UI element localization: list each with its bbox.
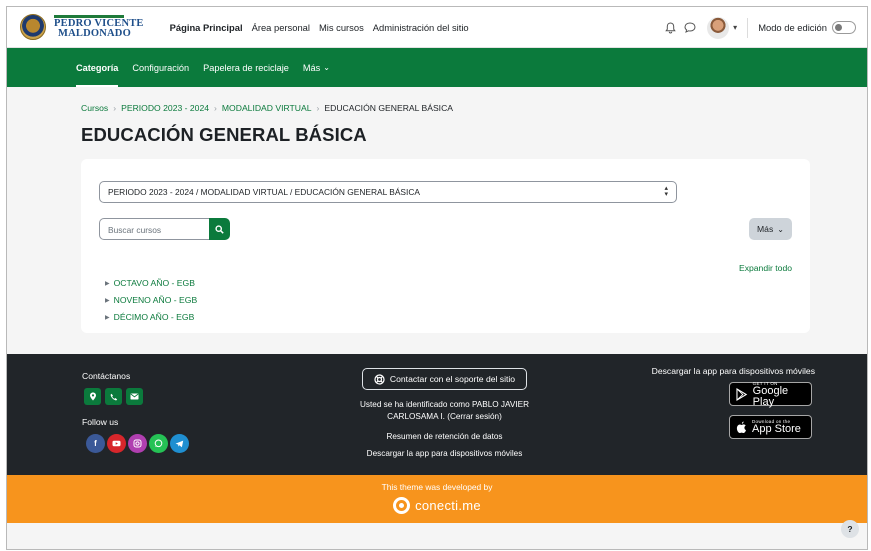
chevron-down-icon: ⌄ bbox=[323, 63, 330, 72]
app-store-badge[interactable]: Download on the App Store bbox=[729, 415, 812, 439]
category-label[interactable]: NOVENO AÑO - EGB bbox=[114, 295, 198, 305]
caret-right-icon[interactable]: ▶ bbox=[105, 314, 110, 321]
nav-dashboard[interactable]: Área personal bbox=[252, 22, 310, 33]
email-button[interactable] bbox=[126, 388, 143, 405]
phone-icon bbox=[110, 393, 117, 400]
expand-all-link[interactable]: Expandir todo bbox=[739, 263, 792, 273]
category-select-value: PERIODO 2023 - 2024 / MODALIDAD VIRTUAL … bbox=[108, 187, 420, 197]
breadcrumb-item-modality[interactable]: MODALIDAD VIRTUAL bbox=[222, 103, 312, 113]
edit-mode-label: Modo de edición bbox=[758, 22, 827, 33]
data-retention-link[interactable]: Resumen de retención de datos bbox=[347, 431, 542, 443]
category-item-noveno[interactable]: ▶ NOVENO AÑO - EGB bbox=[105, 295, 197, 305]
top-navbar: PEDRO VICENTE MALDONADO Página Principal… bbox=[7, 7, 867, 48]
whatsapp-icon[interactable] bbox=[149, 434, 168, 453]
developer-bar: This theme was developed by conecti.me bbox=[7, 475, 867, 523]
apps-title: Descargar la app para dispositivos móvil… bbox=[651, 366, 815, 376]
divider bbox=[747, 17, 749, 38]
tab-more[interactable]: Más ⌄ bbox=[303, 48, 330, 87]
instagram-icon[interactable] bbox=[128, 434, 147, 453]
site-logo-text: PEDRO VICENTE MALDONADO bbox=[54, 15, 144, 39]
caret-right-icon[interactable]: ▶ bbox=[105, 280, 110, 287]
apple-icon bbox=[736, 421, 746, 433]
browser-page: PEDRO VICENTE MALDONADO Página Principal… bbox=[6, 6, 868, 550]
edit-mode-toggle[interactable] bbox=[832, 21, 856, 34]
more-actions-label: Más bbox=[757, 224, 774, 234]
telegram-icon[interactable] bbox=[170, 434, 189, 453]
tab-settings[interactable]: Configuración bbox=[132, 48, 189, 87]
tab-category[interactable]: Categoría bbox=[76, 48, 119, 87]
logged-in-line-2[interactable]: CARLOSAMA I. (Cerrar sesión) bbox=[347, 411, 542, 423]
breadcrumb-separator-icon: › bbox=[214, 103, 217, 113]
category-label[interactable]: OCTAVO AÑO - EGB bbox=[114, 278, 195, 288]
help-button[interactable]: ? bbox=[841, 520, 859, 538]
category-card: PERIODO 2023 - 2024 / MODALIDAD VIRTUAL … bbox=[81, 159, 810, 333]
breadcrumb: Cursos › PERIODO 2023 - 2024 › MODALIDAD… bbox=[81, 103, 453, 113]
contact-support-label: Contactar con el soporte del sitio bbox=[389, 374, 516, 384]
envelope-icon bbox=[130, 393, 139, 400]
developer-brand-name: conecti.me bbox=[415, 498, 481, 513]
youtube-icon[interactable] bbox=[107, 434, 126, 453]
logo-line-2: MALDONADO bbox=[58, 28, 131, 39]
google-play-big-text: Google Play bbox=[752, 384, 789, 408]
logged-in-info: Usted se ha identificado como PABLO JAVI… bbox=[347, 399, 542, 422]
chevron-down-icon: ⌄ bbox=[777, 224, 784, 234]
logged-in-line-1: Usted se ha identificado como PABLO JAVI… bbox=[360, 400, 529, 409]
facebook-icon[interactable]: f bbox=[86, 434, 105, 453]
search-button[interactable] bbox=[209, 218, 230, 240]
breadcrumb-separator-icon: › bbox=[113, 103, 117, 113]
tab-more-label: Más bbox=[302, 62, 321, 73]
search-icon bbox=[215, 224, 224, 234]
developer-text: This theme was developed by bbox=[381, 482, 493, 492]
primary-nav: Página Principal Área personal Mis curso… bbox=[170, 22, 478, 33]
contact-title: Contáctanos bbox=[82, 371, 131, 381]
developer-brand-link[interactable]: conecti.me bbox=[7, 497, 867, 514]
user-menu-chevron-down-icon[interactable]: ▾ bbox=[733, 23, 737, 32]
location-button[interactable] bbox=[84, 388, 101, 405]
follow-title: Follow us bbox=[82, 417, 119, 427]
page-title: EDUCACIÓN GENERAL BÁSICA bbox=[81, 124, 367, 145]
nav-site-admin[interactable]: Administración del sitio bbox=[373, 22, 469, 33]
user-avatar[interactable] bbox=[707, 16, 730, 39]
nav-home[interactable]: Página Principal bbox=[170, 22, 243, 33]
bell-icon[interactable] bbox=[663, 21, 677, 35]
chat-bubble-icon[interactable] bbox=[683, 21, 697, 35]
breadcrumb-separator-icon: › bbox=[316, 103, 320, 113]
category-select[interactable]: PERIODO 2023 - 2024 / MODALIDAD VIRTUAL … bbox=[99, 181, 677, 203]
map-pin-icon bbox=[89, 392, 96, 401]
search-input[interactable]: Buscar cursos bbox=[99, 218, 210, 240]
app-store-big-text: App Store bbox=[752, 423, 801, 435]
google-play-badge[interactable]: GET IT ON Google Play bbox=[729, 381, 812, 408]
get-mobile-app-link[interactable]: Descargar la app para dispositivos móvil… bbox=[347, 448, 542, 460]
breadcrumb-item-courses[interactable]: Cursos bbox=[81, 103, 108, 113]
more-actions-button[interactable]: Más ⌄ bbox=[749, 218, 792, 240]
site-logo[interactable]: PEDRO VICENTE MALDONADO bbox=[20, 14, 144, 40]
conectime-logo-icon bbox=[393, 497, 411, 514]
lifebuoy-icon bbox=[374, 373, 385, 385]
contact-support-button[interactable]: Contactar con el soporte del sitio bbox=[362, 368, 527, 390]
breadcrumb-item-current: EDUCACIÓN GENERAL BÁSICA bbox=[324, 103, 454, 113]
category-label[interactable]: DÉCIMO AÑO - EGB bbox=[114, 312, 195, 322]
school-seal-icon bbox=[20, 14, 46, 40]
caret-right-icon[interactable]: ▶ bbox=[105, 297, 110, 304]
nav-my-courses[interactable]: Mis cursos bbox=[319, 22, 364, 33]
tab-recycle-bin[interactable]: Papelera de reciclaje bbox=[203, 48, 289, 87]
breadcrumb-item-period[interactable]: PERIODO 2023 - 2024 bbox=[121, 103, 209, 113]
category-item-decimo[interactable]: ▶ DÉCIMO AÑO - EGB bbox=[105, 312, 194, 322]
user-tools: ▾ Modo de edición bbox=[657, 7, 856, 48]
google-play-icon bbox=[736, 387, 748, 401]
phone-button[interactable] bbox=[105, 388, 122, 405]
category-item-octavo[interactable]: ▶ OCTAVO AÑO - EGB bbox=[105, 278, 195, 288]
secondary-navbar: Categoría Configuración Papelera de reci… bbox=[7, 48, 867, 87]
select-arrows-icon: ▴ ▾ bbox=[664, 185, 668, 198]
footer: Contáctanos Follow us f Contactar con el… bbox=[7, 354, 867, 475]
